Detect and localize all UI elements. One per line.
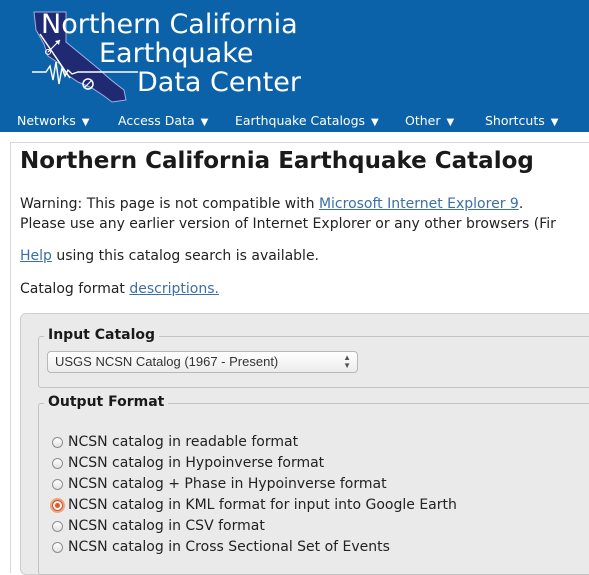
radio-button-selected[interactable] — [52, 500, 63, 511]
input-catalog-legend: Input Catalog — [44, 327, 160, 343]
caret-down-icon: ▼ — [371, 117, 379, 128]
select-value: USGS NCSN Catalog (1967 - Present) — [55, 354, 279, 369]
caret-down-icon: ▼ — [550, 117, 559, 128]
nav-label: Other — [405, 113, 441, 128]
radio-button[interactable] — [52, 479, 63, 490]
nav-other[interactable]: Other ▼ — [405, 113, 454, 128]
radio-button[interactable] — [52, 521, 63, 532]
site-title-line-1: Northern California — [41, 9, 298, 40]
help-text: using this catalog search is available. — [51, 248, 320, 264]
page-title: Northern California Earthquake Catalog — [20, 148, 534, 174]
input-catalog-select[interactable]: USGS NCSN Catalog (1967 - Present) ▲ ▼ — [47, 351, 358, 373]
option-label: NCSN catalog in Hypoinverse format — [68, 455, 325, 471]
site-title-line-3: Data Center — [137, 67, 301, 98]
nav-networks[interactable]: Networks ▼ — [17, 113, 89, 128]
descriptions-link[interactable]: descriptions. — [129, 281, 219, 297]
site-header: Northern California Earthquake Data Cent… — [0, 0, 589, 132]
nav-shortcuts[interactable]: Shortcuts ▼ — [485, 113, 558, 128]
radio-button[interactable] — [52, 542, 63, 553]
format-line: Catalog format descriptions. — [20, 281, 219, 297]
warning-text: Warning: This page is not compatible wit… — [20, 196, 319, 212]
select-arrows-icon: ▲ ▼ — [343, 353, 351, 370]
nav-label: Earthquake Catalogs — [235, 113, 366, 128]
caret-down-icon: ▼ — [200, 117, 209, 128]
option-label: NCSN catalog in readable format — [68, 434, 299, 450]
nav-earthquake-catalogs[interactable]: Earthquake Catalogs ▼ — [235, 113, 379, 128]
radio-button[interactable] — [52, 437, 63, 448]
caret-down-icon: ▼ — [446, 117, 455, 128]
caret-down-icon: ▼ — [81, 117, 90, 128]
output-format-legend: Output Format — [44, 394, 169, 410]
warning-suffix: . — [518, 196, 524, 212]
help-line: Help using this catalog search is availa… — [20, 248, 319, 264]
main-nav: Networks ▼ Access Data ▼ Earthquake Catalo… — [0, 110, 589, 132]
format-text: Catalog format — [20, 281, 130, 297]
option-label: NCSN catalog in Cross Sectional Set of E… — [68, 539, 390, 555]
nav-label: Shortcuts — [485, 113, 545, 128]
option-label: NCSN catalog in CSV format — [68, 518, 265, 534]
option-label: NCSN catalog in KML format for input int… — [68, 497, 457, 513]
nav-label: Access Data — [118, 113, 195, 128]
radio-button[interactable] — [52, 458, 63, 469]
help-link[interactable]: Help — [20, 248, 52, 264]
nav-label: Networks — [17, 113, 76, 128]
option-label: NCSN catalog + Phase in Hypoinverse form… — [68, 476, 387, 492]
warning-line-2: Please use any earlier version of Intern… — [20, 216, 556, 232]
warning-line-1: Warning: This page is not compatible wit… — [20, 196, 523, 212]
site-title-line-2: Earthquake — [99, 38, 254, 69]
ie9-link[interactable]: Microsoft Internet Explorer 9 — [319, 196, 519, 212]
nav-access-data[interactable]: Access Data ▼ — [118, 113, 208, 128]
